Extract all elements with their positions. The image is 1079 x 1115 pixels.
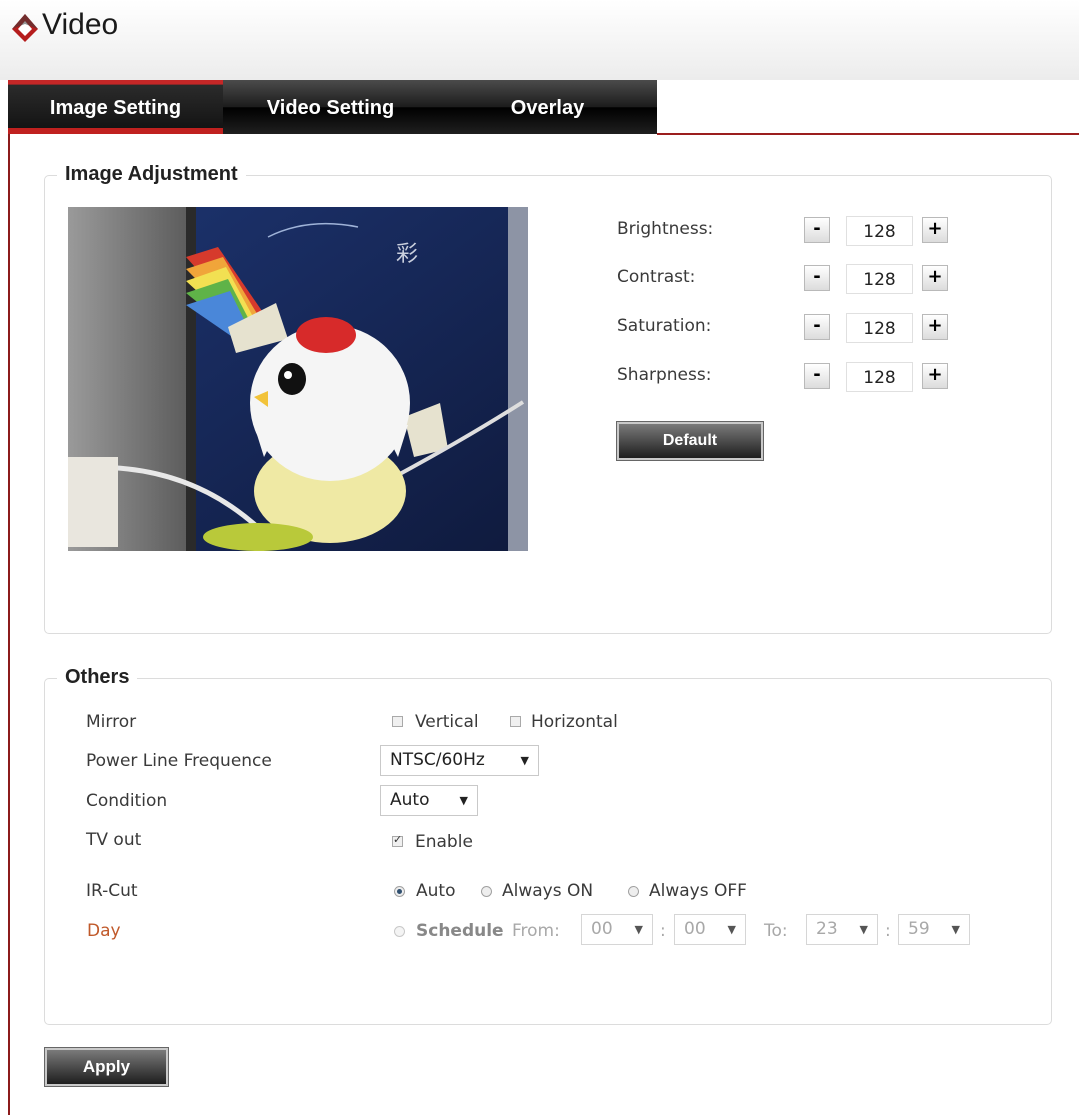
tab-image-setting[interactable]: Image Setting [8,80,223,134]
page-header: Video [0,0,1079,80]
svg-text:彩: 彩 [396,242,418,267]
ir-cut-label: IR-Cut [86,881,138,901]
contrast-value[interactable]: 128 [846,264,913,294]
sharpness-decrease-button[interactable]: - [804,363,830,389]
chevron-down-icon: ▼ [951,923,960,936]
chevron-down-icon: ▼ [859,923,868,936]
tab-overlay[interactable]: Overlay [438,80,657,134]
contrast-decrease-button[interactable]: - [804,265,830,291]
chevron-down-icon: ▼ [634,923,643,936]
schedule-from-hour-select[interactable]: 00 ▼ [581,914,653,945]
tv-out-enable-checkbox[interactable] [392,833,403,847]
chevron-down-icon: ▼ [459,794,468,807]
mirror-vertical-label: Vertical [415,712,479,732]
schedule-from-minute-value: 00 [684,919,706,939]
image-adjustment-legend: Image Adjustment [57,163,246,186]
mirror-vertical-checkbox[interactable] [392,716,403,727]
schedule-to-label: To: [764,921,788,941]
camera-preview-image: 彩 [68,207,528,551]
brightness-decrease-button[interactable]: - [804,217,830,243]
apply-button[interactable]: Apply [44,1047,169,1087]
saturation-decrease-button[interactable]: - [804,314,830,340]
schedule-to-hour-value: 23 [816,919,838,939]
chevron-down-icon: ▼ [520,754,529,767]
ir-cut-schedule-radio[interactable] [394,926,405,937]
page-title: Video [42,8,119,41]
content-left-border [8,134,10,1115]
red-diamond-logo-icon [12,14,38,42]
tv-out-label: TV out [86,830,142,850]
ir-cut-always-on-radio[interactable] [481,886,492,897]
schedule-from-label: From: [512,921,560,941]
day-label: Day [87,921,121,941]
contrast-increase-button[interactable]: + [922,265,948,291]
condition-label: Condition [86,791,168,811]
schedule-from-hour-value: 00 [591,919,613,939]
condition-selected-value: Auto [390,790,430,810]
schedule-from-minute-select[interactable]: 00 ▼ [674,914,746,945]
contrast-label: Contrast: [617,267,696,287]
mirror-horizontal-checkbox[interactable] [510,716,521,727]
ir-cut-auto-radio[interactable] [394,886,405,897]
brightness-increase-button[interactable]: + [922,217,948,243]
default-button[interactable]: Default [616,421,764,461]
power-line-label: Power Line Frequence [86,751,272,771]
schedule-to-hour-select[interactable]: 23 ▼ [806,914,878,945]
saturation-value[interactable]: 128 [846,313,913,343]
ir-cut-always-on-label: Always ON [502,881,594,901]
sharpness-value[interactable]: 128 [846,362,913,392]
mirror-label: Mirror [86,712,137,732]
brightness-label: Brightness: [617,219,714,239]
schedule-to-separator: : [885,921,891,941]
ir-cut-always-off-label: Always OFF [649,881,747,901]
camera-preview: 彩 [68,207,528,551]
schedule-from-separator: : [660,921,666,941]
tv-out-enable-label: Enable [415,832,473,852]
condition-select[interactable]: Auto ▼ [380,785,478,816]
tab-bar: Image Setting Video Setting Overlay [8,80,657,134]
chevron-down-icon: ▼ [727,923,736,936]
sharpness-label: Sharpness: [617,365,712,385]
saturation-label: Saturation: [617,316,712,336]
power-line-selected-value: NTSC/60Hz [390,750,485,770]
others-legend: Others [57,666,138,689]
ir-cut-auto-label: Auto [416,881,456,901]
tab-underline [657,133,1079,135]
tab-video-setting[interactable]: Video Setting [223,80,438,134]
sharpness-increase-button[interactable]: + [922,363,948,389]
schedule-label: Schedule [416,921,504,941]
brightness-value[interactable]: 128 [846,216,913,246]
ir-cut-always-off-radio[interactable] [628,886,639,897]
mirror-horizontal-label: Horizontal [531,712,618,732]
schedule-to-minute-value: 59 [908,919,930,939]
power-line-select[interactable]: NTSC/60Hz ▼ [380,745,539,776]
saturation-increase-button[interactable]: + [922,314,948,340]
schedule-to-minute-select[interactable]: 59 ▼ [898,914,970,945]
